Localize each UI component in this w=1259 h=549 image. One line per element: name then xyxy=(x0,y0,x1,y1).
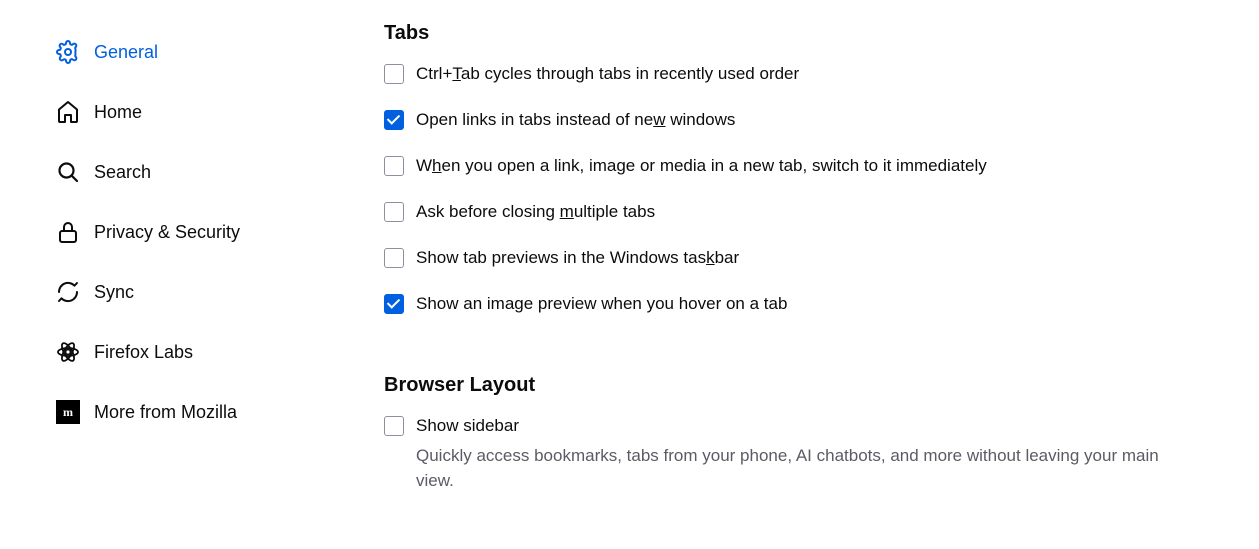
option-ask-before-closing[interactable]: Ask before closing multiple tabs xyxy=(384,201,1199,223)
sidebar-item-label: Privacy & Security xyxy=(94,222,240,243)
checkbox-label: Show tab previews in the Windows taskbar xyxy=(416,247,739,269)
sidebar-item-label: Sync xyxy=(94,282,134,303)
sidebar-item-label: General xyxy=(94,42,158,63)
section-title-browser-layout: Browser Layout xyxy=(384,374,1199,397)
lock-icon xyxy=(56,220,80,244)
checkbox[interactable] xyxy=(384,110,404,130)
sidebar-item-label: Home xyxy=(94,102,142,123)
checkbox[interactable] xyxy=(384,202,404,222)
checkbox[interactable] xyxy=(384,416,404,436)
svg-text:m: m xyxy=(63,405,73,419)
sidebar-item-label: More from Mozilla xyxy=(94,402,237,423)
option-show-sidebar[interactable]: Show sidebar xyxy=(384,415,1199,437)
sync-icon xyxy=(56,280,80,304)
checkbox-label: Ctrl+Tab cycles through tabs in recently… xyxy=(416,63,799,85)
checkbox-label: Ask before closing multiple tabs xyxy=(416,201,655,223)
labs-icon xyxy=(56,340,80,364)
option-switch-immediately[interactable]: When you open a link, image or media in … xyxy=(384,155,1199,177)
sidebar: General Home Search Privacy & Security xyxy=(0,0,340,549)
option-tab-previews-taskbar[interactable]: Show tab previews in the Windows taskbar xyxy=(384,247,1199,269)
option-ctrl-tab-cycles[interactable]: Ctrl+Tab cycles through tabs in recently… xyxy=(384,63,1199,85)
checkbox[interactable] xyxy=(384,156,404,176)
checkbox[interactable] xyxy=(384,64,404,84)
sidebar-item-home[interactable]: Home xyxy=(56,82,340,142)
sidebar-item-general[interactable]: General xyxy=(56,22,340,82)
checkbox[interactable] xyxy=(384,248,404,268)
checkbox[interactable] xyxy=(384,294,404,314)
sidebar-item-label: Search xyxy=(94,162,151,183)
checkbox-label: Open links in tabs instead of new window… xyxy=(416,109,735,131)
checkbox-label: When you open a link, image or media in … xyxy=(416,155,987,177)
option-image-preview-hover[interactable]: Show an image preview when you hover on … xyxy=(384,293,1199,315)
search-icon xyxy=(56,160,80,184)
option-open-links-in-tabs[interactable]: Open links in tabs instead of new window… xyxy=(384,109,1199,131)
checkbox-label: Show sidebar xyxy=(416,415,519,437)
main-content: Tabs Ctrl+Tab cycles through tabs in rec… xyxy=(340,0,1259,549)
checkbox-label: Show an image preview when you hover on … xyxy=(416,293,787,315)
gear-icon xyxy=(56,40,80,64)
mozilla-icon: m xyxy=(56,400,80,424)
sidebar-item-privacy[interactable]: Privacy & Security xyxy=(56,202,340,262)
sidebar-item-label: Firefox Labs xyxy=(94,342,193,363)
home-icon xyxy=(56,100,80,124)
sidebar-item-sync[interactable]: Sync xyxy=(56,262,340,322)
sidebar-item-mozilla[interactable]: m More from Mozilla xyxy=(56,382,340,442)
section-title-tabs: Tabs xyxy=(384,22,1199,45)
sidebar-item-search[interactable]: Search xyxy=(56,142,340,202)
option-description: Quickly access bookmarks, tabs from your… xyxy=(416,443,1199,494)
sidebar-item-labs[interactable]: Firefox Labs xyxy=(56,322,340,382)
